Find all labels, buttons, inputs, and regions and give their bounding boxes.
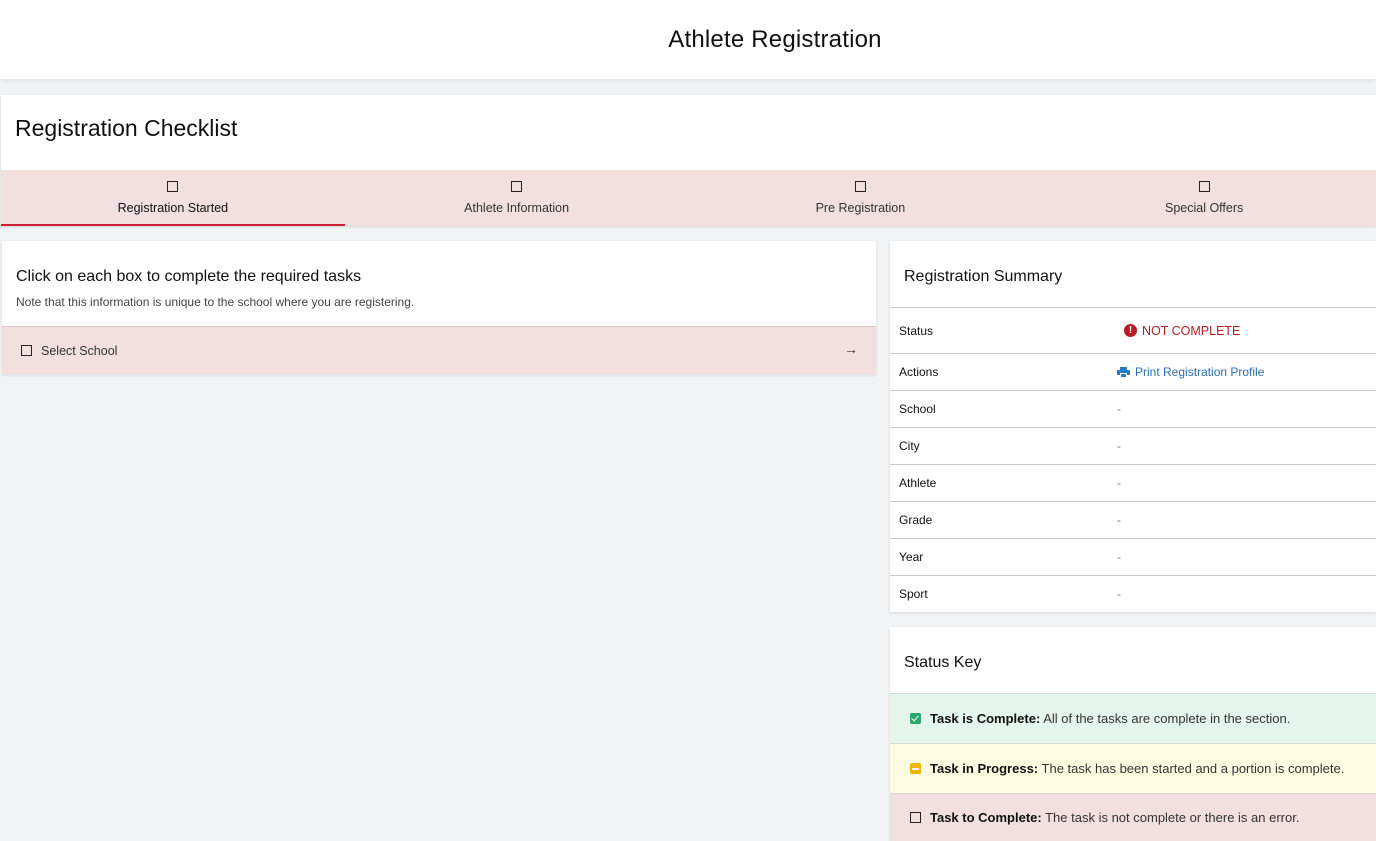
status-key-progress: Task in Progress: The task has been star… xyxy=(890,743,1376,793)
summary-row-athlete: Athlete - xyxy=(890,464,1376,501)
summary-value: - xyxy=(1117,439,1121,453)
summary-value: - xyxy=(1117,513,1121,527)
minus-icon xyxy=(910,763,921,774)
summary-value: - xyxy=(1117,402,1121,416)
summary-row-status: Status ! NOT COMPLETE xyxy=(890,307,1376,353)
summary-key: Year xyxy=(899,550,924,564)
summary-row-school: School - xyxy=(890,390,1376,427)
step-label: Pre Registration xyxy=(815,201,906,215)
tasks-note: Note that this information is unique to … xyxy=(16,295,415,309)
step-registration-started[interactable]: Registration Started xyxy=(1,170,345,226)
checkbox-empty-icon xyxy=(167,181,179,192)
status-text: NOT COMPLETE xyxy=(1142,323,1241,338)
tasks-card: Click on each box to complete the requir… xyxy=(2,241,876,374)
checklist-steps: Registration Started Athlete Information… xyxy=(1,170,1376,226)
status-key-text: Task to Complete: The task is not comple… xyxy=(930,810,1299,825)
summary-key: City xyxy=(899,439,920,453)
status-key-label: Task to Complete: xyxy=(930,810,1042,825)
summary-title: Registration Summary xyxy=(904,268,1063,285)
status-key-complete: Task is Complete: All of the tasks are c… xyxy=(890,693,1376,743)
top-header: Athlete Registration xyxy=(0,0,1376,80)
arrow-right-icon: → xyxy=(844,341,858,357)
page-title: Athlete Registration xyxy=(668,25,882,53)
check-icon xyxy=(910,713,921,724)
print-link-text: Print Registration Profile xyxy=(1135,365,1265,379)
tasks-title: Click on each box to complete the requir… xyxy=(16,268,362,285)
task-select-school[interactable]: Select School → xyxy=(2,326,876,374)
status-key-desc: All of the tasks are complete in the sec… xyxy=(1043,711,1291,726)
step-label: Special Offers xyxy=(1164,201,1244,215)
summary-key: School xyxy=(899,402,936,416)
checkbox-empty-icon xyxy=(1198,181,1210,192)
step-label: Athlete Information xyxy=(464,201,570,215)
step-athlete-information[interactable]: Athlete Information xyxy=(345,170,689,226)
status-key-text: Task is Complete: All of the tasks are c… xyxy=(930,711,1290,726)
summary-value: - xyxy=(1117,587,1121,601)
checkbox-empty-icon xyxy=(21,345,32,356)
registration-summary: Registration Summary Status ! NOT COMPLE… xyxy=(890,241,1376,612)
print-registration-profile-link[interactable]: Print Registration Profile xyxy=(1117,365,1264,379)
status-key-todo: Task to Complete: The task is not comple… xyxy=(890,793,1376,841)
summary-key: Grade xyxy=(899,513,933,527)
checkbox-empty-icon xyxy=(511,181,523,192)
printer-icon xyxy=(1117,366,1130,378)
alert-icon: ! xyxy=(1124,324,1137,337)
summary-row-actions: Actions Print Registration Profile xyxy=(890,353,1376,390)
status-key-desc: The task is not complete or there is an … xyxy=(1045,810,1300,825)
summary-key: Athlete xyxy=(899,476,937,490)
summary-key: Status xyxy=(899,323,934,338)
summary-value: - xyxy=(1117,476,1121,490)
summary-key: Actions xyxy=(899,365,939,379)
checkbox-empty-icon xyxy=(854,181,866,192)
summary-key: Sport xyxy=(899,587,928,601)
status-value: ! NOT COMPLETE xyxy=(1117,324,1240,338)
registration-checklist: Registration Checklist Registration Star… xyxy=(1,95,1376,226)
checkbox-empty-icon xyxy=(910,812,921,823)
summary-row-year: Year - xyxy=(890,538,1376,575)
status-key-title: Status Key xyxy=(904,654,982,671)
step-pre-registration[interactable]: Pre Registration xyxy=(689,170,1033,226)
task-label: Select School xyxy=(41,343,118,358)
status-key-text: Task in Progress: The task has been star… xyxy=(930,761,1344,776)
summary-row-city: City - xyxy=(890,427,1376,464)
checklist-title: Registration Checklist xyxy=(15,115,238,141)
status-key: Status Key Task is Complete: All of the … xyxy=(890,627,1376,841)
step-label: Registration Started xyxy=(117,201,229,215)
summary-row-grade: Grade - xyxy=(890,501,1376,538)
step-special-offers[interactable]: Special Offers xyxy=(1032,170,1376,226)
summary-value: - xyxy=(1117,550,1121,564)
status-key-desc: The task has been started and a portion … xyxy=(1041,761,1345,776)
status-key-label: Task is Complete: xyxy=(930,711,1041,726)
status-key-label: Task in Progress: xyxy=(930,761,1039,776)
summary-row-sport: Sport - xyxy=(890,575,1376,612)
